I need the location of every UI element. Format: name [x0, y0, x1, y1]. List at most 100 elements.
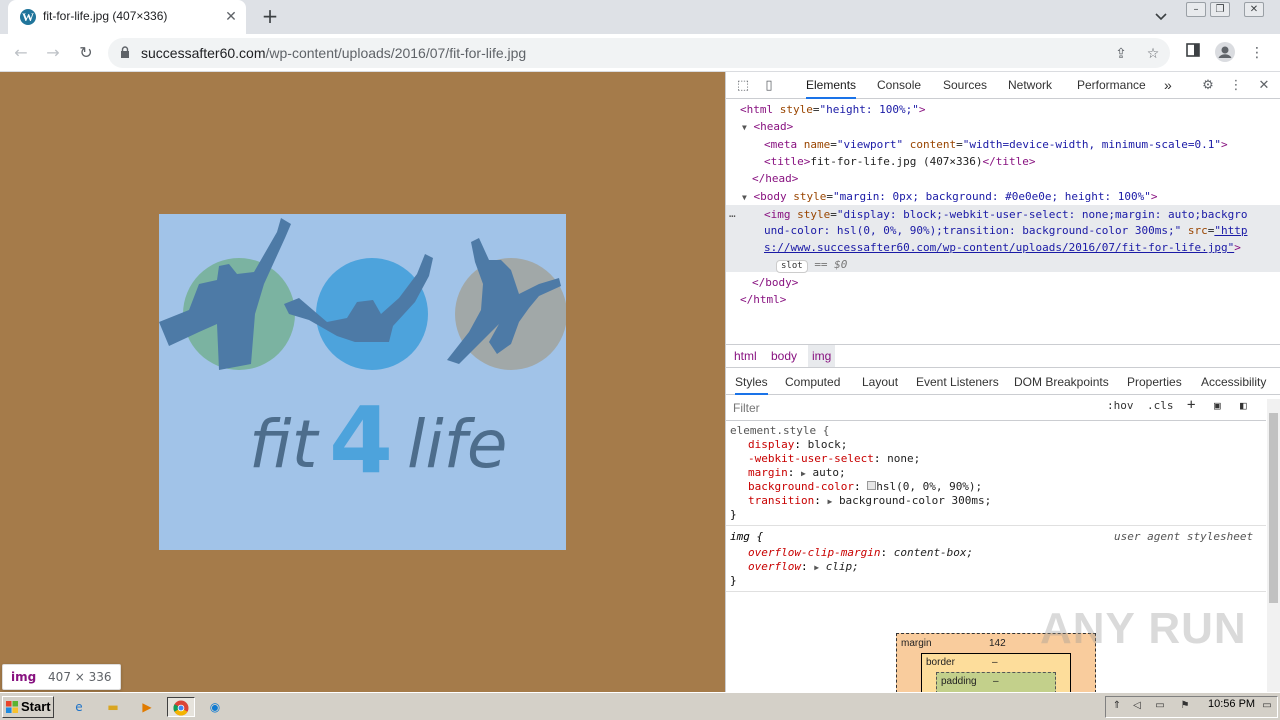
side-panel-icon[interactable]	[1182, 42, 1204, 64]
tab-sources[interactable]: Sources	[943, 72, 987, 99]
selected-dom-node[interactable]: … <img style="display: block;-webkit-use…	[726, 205, 1280, 273]
browser-menu-icon[interactable]: ⋮	[1246, 42, 1268, 64]
dom-head-open[interactable]: ▼ <head>	[742, 118, 793, 136]
ua-style-selector[interactable]: img {	[730, 530, 763, 544]
settings-gear-icon[interactable]: ⚙	[1199, 77, 1217, 95]
breadcrumb-body[interactable]: body	[771, 345, 797, 367]
forward-arrow-icon[interactable]: →	[40, 40, 66, 66]
close-devtools-icon[interactable]: ✕	[1255, 77, 1273, 95]
tab-dom-breakpoints[interactable]: DOM Breakpoints	[1014, 369, 1109, 395]
bookmark-star-icon[interactable]: ☆	[1144, 45, 1162, 63]
tab-elements[interactable]: Elements	[806, 72, 857, 99]
tab-properties[interactable]: Properties	[1127, 369, 1182, 395]
margin-value: 142	[989, 638, 1006, 649]
lock-icon	[121, 46, 129, 58]
devtools-menu-icon[interactable]: ⋮	[1227, 77, 1245, 95]
start-label: Start	[21, 699, 51, 714]
tab-event-listeners[interactable]: Event Listeners	[916, 369, 999, 395]
internet-explorer-icon[interactable]: e	[68, 697, 90, 717]
flag-notification-icon[interactable]: ⚑	[1178, 699, 1192, 713]
hov-toggle[interactable]: :hov	[1107, 399, 1134, 412]
windows-taskbar: Start e ▬ ▶ ◉ ⇑ ◁ ▭ ⚑ 10:56 PM ▭	[0, 692, 1280, 720]
styles-filter-input[interactable]	[730, 398, 1096, 418]
box-model-padding[interactable]: padding –	[936, 672, 1056, 694]
tab-computed[interactable]: Computed	[785, 369, 840, 395]
dom-img-line2: und-color: hsl(0, 0%, 90%);transition: b…	[764, 224, 1248, 237]
border-value: –	[992, 657, 998, 668]
tab-performance[interactable]: Performance	[1077, 72, 1146, 99]
ua-style-source: user agent stylesheet	[1114, 530, 1254, 543]
logo-text-fit: fit	[249, 406, 320, 483]
dom-body-open[interactable]: ▼ <body style="margin: 0px; background: …	[742, 188, 1157, 206]
tab-search-chevron-icon[interactable]	[1150, 6, 1172, 28]
show-desktop-icon[interactable]: ▭	[1260, 699, 1274, 713]
url-text[interactable]: successafter60.com/wp-content/uploads/20…	[141, 45, 526, 61]
color-swatch[interactable]	[867, 481, 877, 490]
tab-accessibility[interactable]: Accessibility	[1201, 369, 1266, 395]
element-style-selector[interactable]: element.style {	[730, 424, 829, 438]
breadcrumb-html[interactable]: html	[734, 345, 757, 367]
ua-style-close: }	[730, 574, 737, 587]
more-tabs-icon[interactable]: »	[1164, 72, 1172, 99]
element-tooltip: img 407 × 336	[2, 664, 121, 690]
folder-icon[interactable]: ▬	[102, 697, 124, 717]
img-src-link[interactable]: "http	[1214, 224, 1247, 237]
rule-separator	[726, 591, 1266, 592]
new-tab-button[interactable]: +	[259, 5, 281, 27]
dom-body-close[interactable]: </body>	[752, 274, 798, 291]
dom-html-close[interactable]: </html>	[740, 291, 786, 308]
media-player-icon[interactable]: ▶	[136, 697, 158, 717]
url-path: /wp-content/uploads/2016/07/fit-for-life…	[265, 45, 527, 61]
paint-icon[interactable]: ▣	[1214, 399, 1221, 412]
dom-img-line3: s://www.successafter60.com/wp-content/up…	[764, 241, 1241, 254]
dom-meta[interactable]: <meta name="viewport" content="width=dev…	[764, 136, 1228, 153]
tab-console[interactable]: Console	[877, 72, 921, 99]
dom-html-open[interactable]: <html style="height: 100%;">	[740, 101, 925, 118]
styles-scrollbar[interactable]	[1267, 399, 1280, 692]
breadcrumb-img[interactable]: img	[808, 345, 836, 367]
slot-badge[interactable]: slot	[776, 260, 808, 273]
new-rule-plus-icon[interactable]: +	[1187, 397, 1195, 413]
style-rule-display[interactable]: display: block;	[748, 438, 847, 452]
volume-icon[interactable]: ◁	[1130, 699, 1144, 713]
fit-for-life-image[interactable]: fit 4 life	[159, 214, 566, 550]
close-window-button[interactable]: ✕	[1244, 2, 1264, 17]
img-src-link-cont[interactable]: s://www.successafter60.com/wp-content/up…	[764, 241, 1234, 254]
device-toolbar-icon[interactable]: ▯	[760, 77, 778, 95]
scrollbar-thumb[interactable]	[1269, 413, 1278, 603]
padding-label: padding	[941, 676, 977, 687]
restore-window-button[interactable]: ❐	[1210, 2, 1230, 17]
tab-strip: W fit-for-life.jpg (407×336) ✕ + – ❐ ✕	[0, 0, 1280, 34]
box-model-border[interactable]: border – padding –	[921, 653, 1071, 694]
back-arrow-icon[interactable]: ←	[8, 40, 34, 66]
edge-icon[interactable]: ◉	[204, 697, 226, 717]
address-bar[interactable]: successafter60.com/wp-content/uploads/20…	[108, 38, 1170, 68]
element-style-close: }	[730, 508, 737, 521]
cls-toggle[interactable]: .cls	[1147, 399, 1174, 412]
style-rule-margin[interactable]: margin: ▶ auto;	[748, 466, 846, 481]
dom-head-close[interactable]: </head>	[752, 170, 798, 187]
share-icon[interactable]: ⇪	[1112, 45, 1130, 63]
reload-icon[interactable]: ↻	[73, 40, 99, 66]
inspect-element-icon[interactable]: ⬚	[734, 77, 752, 95]
chrome-icon[interactable]	[167, 697, 195, 717]
style-rule-transition[interactable]: transition: ▶ background-color 300ms;	[748, 494, 991, 509]
browser-tab[interactable]: W fit-for-life.jpg (407×336) ✕	[8, 0, 246, 34]
tab-network[interactable]: Network	[1008, 72, 1052, 99]
close-tab-icon[interactable]: ✕	[222, 8, 240, 26]
minimize-window-button[interactable]: –	[1186, 2, 1206, 17]
page-viewport: fit 4 life img 407 × 336	[0, 72, 725, 692]
style-rule-bg-color[interactable]: background-color: hsl(0, 0%, 90%);	[748, 480, 982, 494]
tray-up-arrow-icon[interactable]: ⇑	[1110, 699, 1124, 713]
profile-avatar-icon[interactable]	[1214, 42, 1236, 64]
style-rule-user-select[interactable]: -webkit-user-select: none;	[748, 452, 920, 466]
tab-layout[interactable]: Layout	[862, 369, 898, 395]
network-icon[interactable]: ▭	[1153, 699, 1167, 713]
wordpress-icon: W	[20, 9, 36, 25]
start-button[interactable]: Start	[2, 696, 54, 718]
toggle-sidebar-icon[interactable]: ◧	[1240, 399, 1247, 412]
tab-styles[interactable]: Styles	[735, 369, 768, 395]
dom-node-ellipsis[interactable]: …	[729, 205, 736, 222]
dom-title[interactable]: <title>fit-for-life.jpg (407×336)</title…	[764, 153, 1036, 170]
devtools-panel: ⬚ ▯ Elements Console Sources Network Per…	[725, 72, 1280, 694]
